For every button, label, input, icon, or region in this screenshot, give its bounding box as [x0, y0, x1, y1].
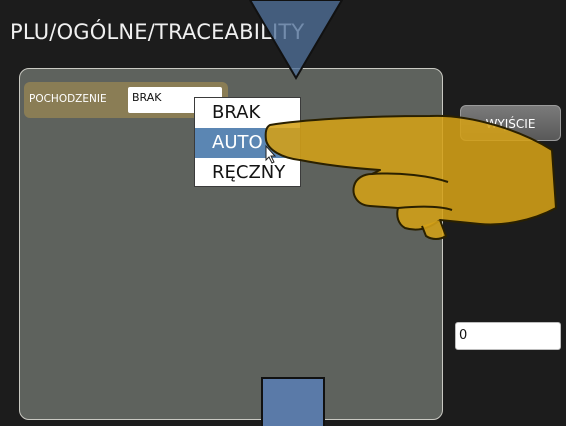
arrow-up-icon	[261, 377, 325, 426]
arrow-down-icon	[248, 0, 344, 80]
overlay-graphics	[248, 0, 557, 426]
pointing-hand-icon	[264, 114, 557, 240]
screen: PLU/OGÓLNE/TRACEABILITY POCHODZENIE BRAK…	[0, 0, 566, 426]
